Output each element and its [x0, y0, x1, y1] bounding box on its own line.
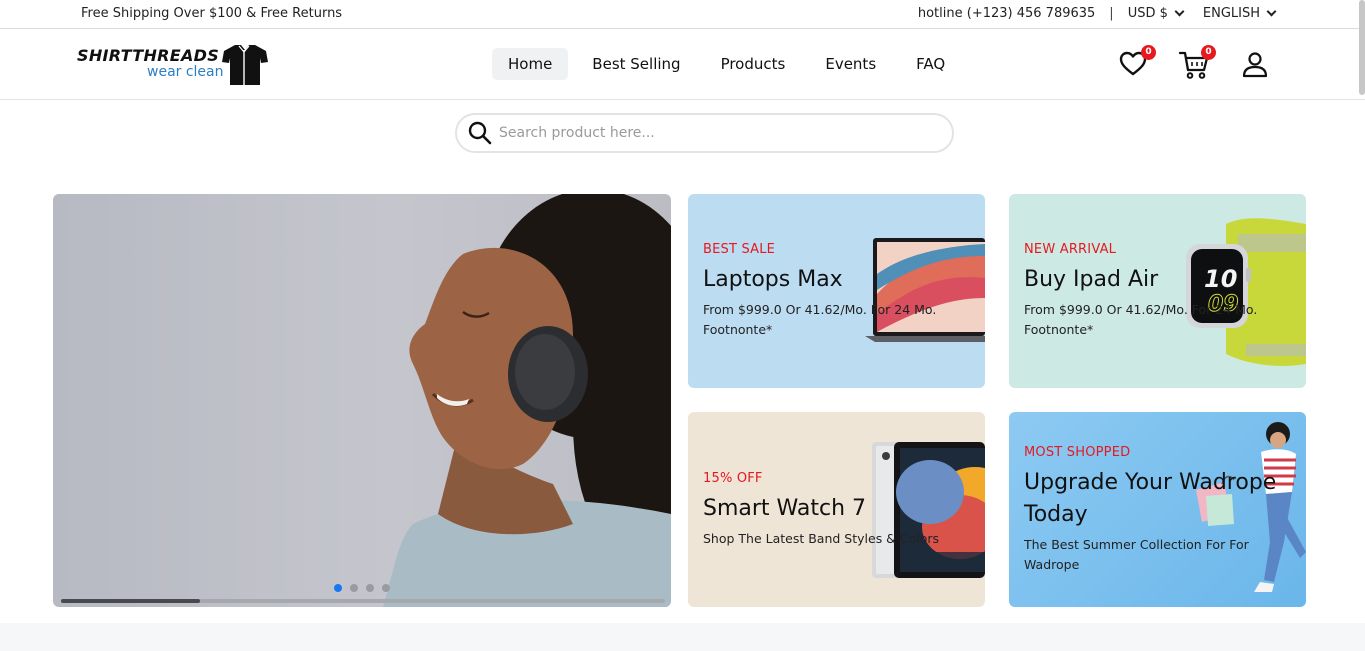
- smartwatch-image: 10 09: [1186, 218, 1306, 366]
- card-eyebrow: MOST SHOPPED: [1024, 445, 1131, 460]
- slider-dot[interactable]: [350, 584, 358, 592]
- nav-item-products[interactable]: Products: [705, 48, 802, 80]
- nav-item-faq[interactable]: FAQ: [900, 48, 961, 80]
- card-title: Buy Ipad Air: [1024, 267, 1159, 292]
- slider-dots: [334, 584, 390, 592]
- search-bar: [455, 113, 954, 153]
- card-description: From $999.0 Or 41.62/Mo. For 24 Mo. Foot…: [703, 302, 937, 337]
- language-label: ENGLISH: [1202, 6, 1260, 21]
- promo-card-ipad-air[interactable]: 10 09 NEW ARRIVAL Buy Ipad Air From $999…: [1009, 194, 1306, 388]
- top-bar-separator: |: [1109, 6, 1114, 21]
- card-eyebrow: 15% OFF: [703, 471, 763, 486]
- hero-slider[interactable]: [53, 194, 671, 607]
- chevron-down-icon: [1174, 6, 1185, 17]
- next-section-strip: [0, 623, 1365, 651]
- currency-select[interactable]: USD $: [1127, 6, 1185, 21]
- card-title: Laptops Max: [703, 267, 843, 292]
- search-icon[interactable]: [467, 120, 493, 146]
- wishlist-button[interactable]: 0: [1118, 45, 1156, 81]
- site-logo[interactable]: SHIRTTHREADS wear clean: [77, 44, 277, 86]
- nav-item-events[interactable]: Events: [809, 48, 892, 80]
- logo-tagline: wear clean: [147, 64, 224, 80]
- shirt-logo-icon: [222, 45, 268, 85]
- main-header: SHIRTTHREADS wear clean Home Best Sellin…: [0, 29, 1365, 100]
- logo-brand-text: SHIRTTHREADS: [77, 46, 220, 65]
- watch-hours: 10: [1204, 265, 1237, 293]
- top-bar: Free Shipping Over $100 & Free Returns h…: [0, 0, 1365, 29]
- chevron-down-icon: [1266, 6, 1277, 17]
- shipping-promo-text: Free Shipping Over $100 & Free Returns: [81, 6, 343, 21]
- slider-dot[interactable]: [382, 584, 390, 592]
- hotline-text: hotline (+123) 456 789635: [917, 6, 1096, 21]
- card-title: Upgrade Your Wadrope Today: [1024, 470, 1277, 527]
- cart-button[interactable]: 0: [1178, 45, 1216, 81]
- card-eyebrow: NEW ARRIVAL: [1024, 242, 1117, 257]
- slider-dot[interactable]: [334, 584, 342, 592]
- card-description: The Best Summer Collection For For Wadro…: [1024, 537, 1249, 572]
- main-nav: Home Best Selling Products Events FAQ: [492, 48, 969, 80]
- top-bar-right: hotline (+123) 456 789635 | USD $ ENGLIS…: [917, 6, 1277, 21]
- nav-item-best-selling[interactable]: Best Selling: [576, 48, 696, 80]
- tablet-image: [872, 442, 985, 578]
- page-scrollbar[interactable]: [1359, 0, 1365, 95]
- promo-card-smart-watch[interactable]: 15% OFF Smart Watch 7 Shop The Latest Ba…: [688, 412, 985, 607]
- language-select[interactable]: ENGLISH: [1202, 6, 1277, 21]
- promo-card-laptops[interactable]: BEST SALE Laptops Max From $999.0 Or 41.…: [688, 194, 985, 388]
- cart-count-badge: 0: [1201, 45, 1216, 60]
- promo-card-wardrobe[interactable]: MOST SHOPPED Upgrade Your Wadrope Today …: [1009, 412, 1306, 607]
- slider-progress-fill: [61, 599, 200, 603]
- slider-progress-track: [61, 599, 665, 603]
- laptop-image: [865, 238, 985, 342]
- user-icon: [1242, 52, 1268, 78]
- card-title: Smart Watch 7: [703, 496, 867, 521]
- nav-item-home[interactable]: Home: [492, 48, 569, 80]
- card-eyebrow: BEST SALE: [703, 242, 776, 257]
- card-description: Shop The Latest Band Styles & Colors: [703, 531, 940, 546]
- wishlist-count-badge: 0: [1141, 45, 1156, 60]
- account-button[interactable]: [1240, 49, 1272, 81]
- card-description: From $999.0 Or 41.62/Mo. For 24 Mo. Foot…: [1024, 302, 1258, 337]
- slider-dot[interactable]: [366, 584, 374, 592]
- currency-label: USD $: [1127, 6, 1168, 21]
- hero-image-woman-headphones: [383, 194, 671, 607]
- search-input[interactable]: [499, 125, 919, 141]
